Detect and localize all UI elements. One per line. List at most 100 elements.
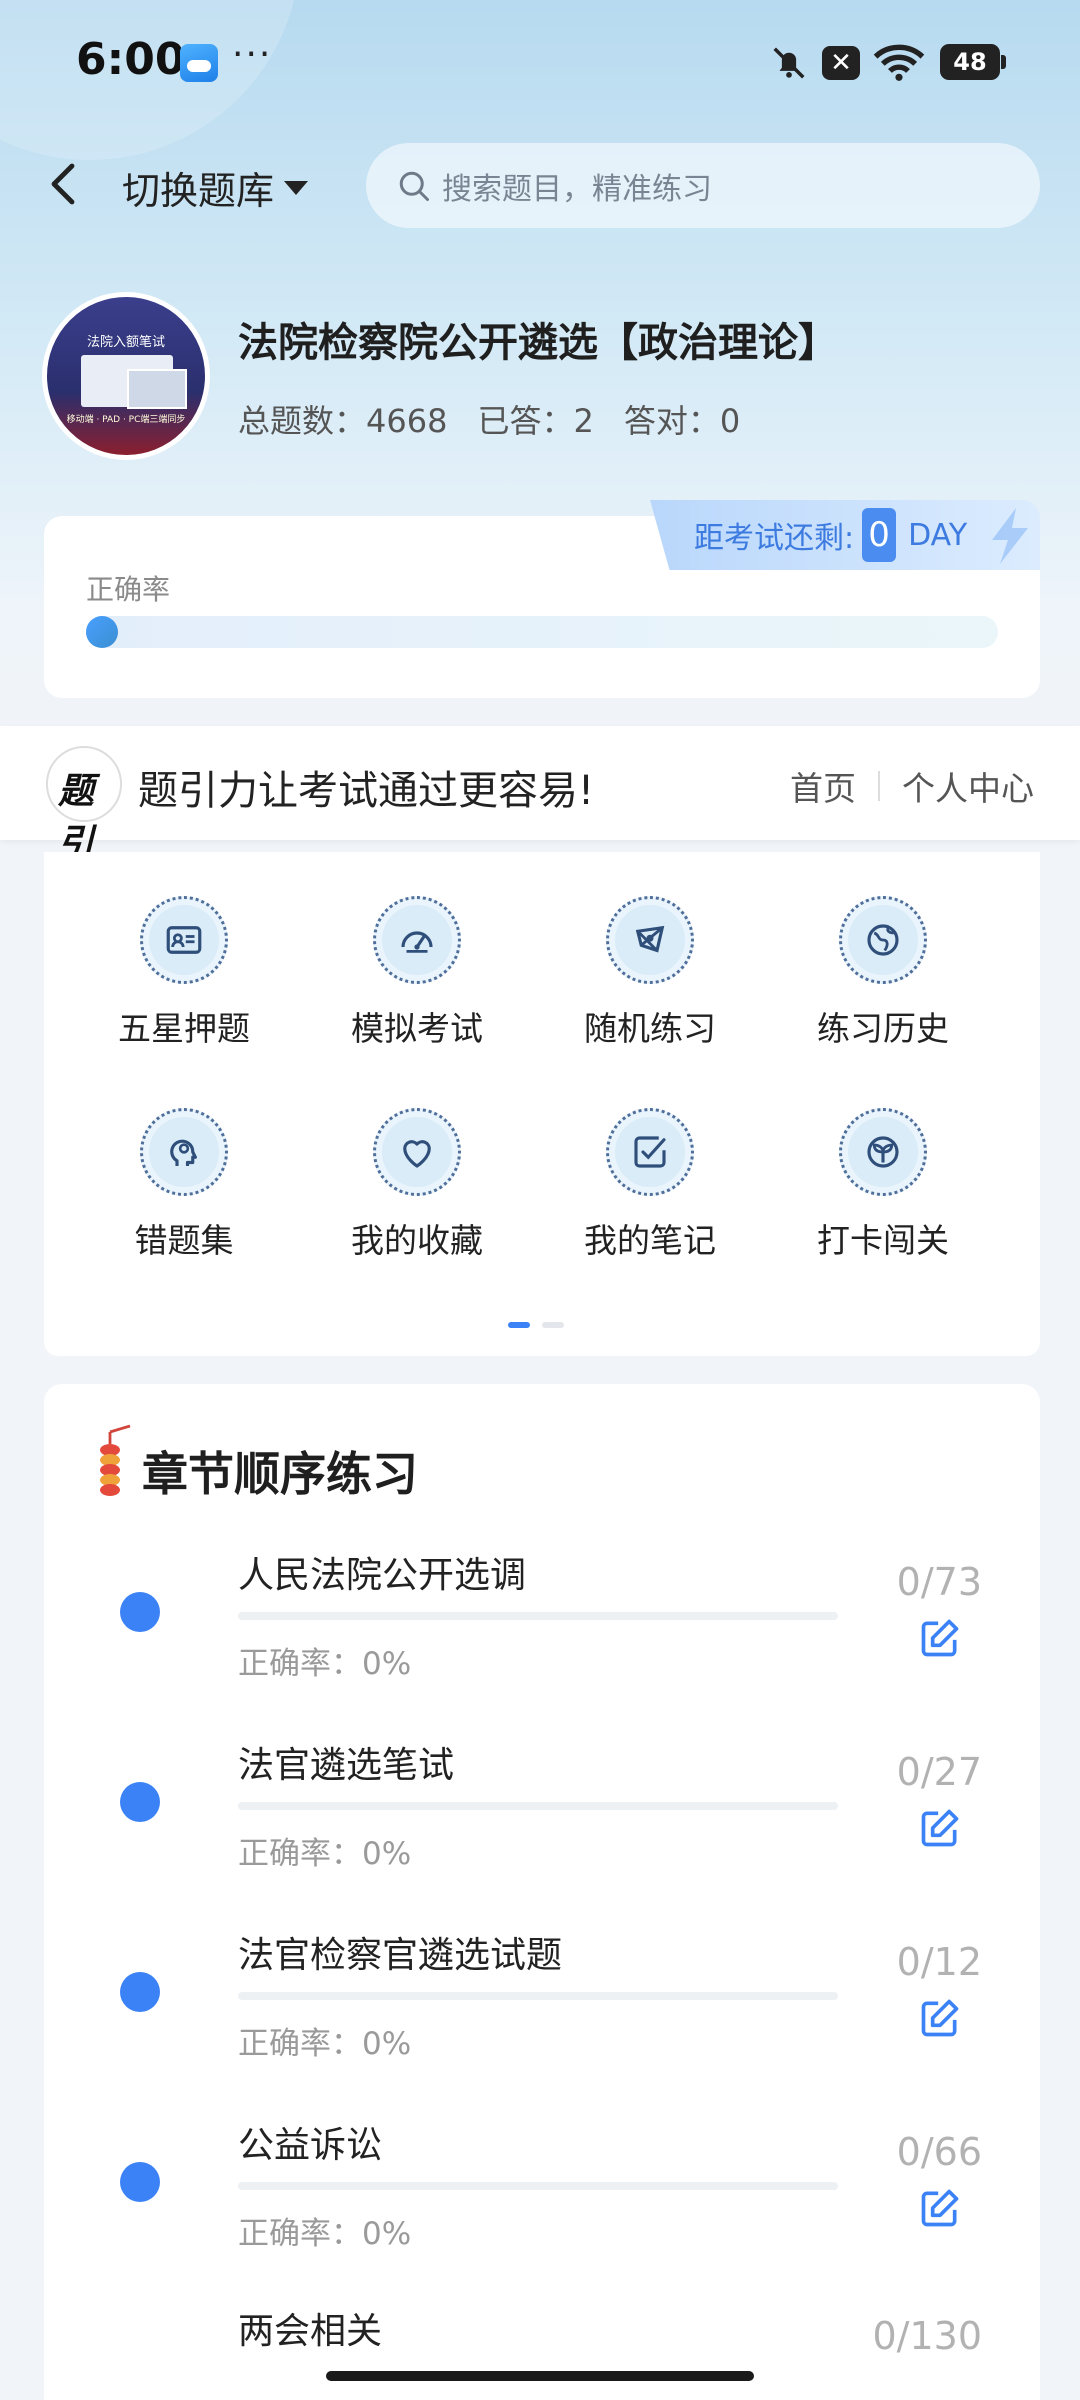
chapter-row[interactable]: 两会相关 0/130 [44, 2290, 1040, 2360]
lightning-icon [992, 508, 1028, 564]
cover-device-illustration [81, 355, 187, 409]
chapter-name: 两会相关 [238, 2311, 383, 2352]
feature-label: 随机练习 [584, 1009, 716, 1048]
accuracy-label: 正确率 [86, 573, 171, 606]
bell-muted-icon [773, 47, 805, 79]
chapter-accuracy: 正确率：0% [238, 1646, 412, 1682]
chapter-bullet [120, 1782, 160, 1822]
network-icon [606, 896, 694, 984]
back-arrow-icon[interactable] [44, 160, 84, 208]
feature-practice-history[interactable]: 练习历史 [773, 896, 993, 1050]
feature-label: 练习历史 [817, 1009, 949, 1048]
edit-icon[interactable] [918, 1996, 962, 2040]
link-divider [878, 771, 880, 801]
chapter-name: 公益诉讼 [238, 2125, 383, 2166]
feature-random-practice[interactable]: 随机练习 [540, 896, 760, 1050]
status-bar: 6:00 ··· ✕ 48 [0, 0, 1080, 120]
wifi-icon [873, 44, 925, 81]
accuracy-progress-thumb [86, 616, 118, 648]
feature-label: 我的收藏 [351, 1221, 483, 1260]
checkbox-icon [606, 1108, 694, 1196]
pager-dot[interactable] [542, 1322, 564, 1328]
chapter-progress-bar [238, 2182, 838, 2190]
chapter-accuracy: 正确率：0% [238, 2216, 412, 2252]
question-bank-stats: 总题数：4668 已答：2 答对：0 [238, 396, 740, 442]
feature-label: 错题集 [134, 1221, 234, 1260]
cover-footer: 移动端 · PAD · PC端三端同步 [66, 415, 186, 425]
total-questions: 总题数：4668 [238, 402, 448, 440]
brand-logo-text: 题引 [58, 771, 95, 864]
chapter-progress-bar [238, 1992, 838, 2000]
feature-wrong-questions[interactable]: 错题集 [74, 1108, 294, 1262]
promo-bar: 题引 题引力让考试通过更容易! 首页 个人中心 [0, 726, 1080, 864]
switch-question-bank-label: 切换题库 [122, 169, 275, 213]
answered-count: 已答：2 [477, 402, 594, 440]
chapter-count: 0/130 [872, 2314, 982, 2358]
feature-mock-exam[interactable]: 模拟考试 [307, 896, 527, 1050]
speedometer-icon [373, 896, 461, 984]
status-time: 6:00 [76, 34, 186, 85]
home-indicator[interactable] [326, 2371, 754, 2381]
heart-icon [373, 1108, 461, 1196]
feature-favorites[interactable]: 我的收藏 [307, 1108, 527, 1262]
feature-label: 模拟考试 [351, 1009, 483, 1048]
chapter-accuracy: 正确率：0% [238, 1836, 412, 1872]
countdown-unit: DAY [908, 517, 968, 553]
feature-label: 五星押题 [118, 1009, 250, 1048]
exam-countdown: 距考试还剩: 0 DAY [650, 500, 1040, 570]
feature-notes[interactable]: 我的笔记 [540, 1108, 760, 1262]
weather-icon [180, 44, 218, 82]
edit-icon[interactable] [918, 1616, 962, 1660]
chapter-count: 0/73 [896, 1560, 982, 1604]
chapter-practice-title: 章节顺序练习 [142, 1447, 418, 1501]
countdown-label: 距考试还剩: [694, 521, 855, 556]
chapter-name: 法官检察官遴选试题 [238, 1935, 563, 1976]
search-input[interactable]: 搜索题目，精准练习 [366, 143, 1040, 228]
feature-label: 我的笔记 [584, 1221, 716, 1260]
question-bank-cover: 法院入额笔试 移动端 · PAD · PC端三端同步 [42, 292, 210, 460]
chapter-name: 人民法院公开选调 [238, 1555, 527, 1596]
pager-dot-active[interactable] [508, 1322, 530, 1328]
sprout-icon [839, 1108, 927, 1196]
accuracy-progress-bar [86, 616, 998, 648]
chapter-bullet [120, 1592, 160, 1632]
edit-icon[interactable] [918, 1806, 962, 1850]
feature-checkin-challenge[interactable]: 打卡闯关 [773, 1108, 993, 1262]
chapter-bullet [120, 1972, 160, 2012]
chapter-row[interactable]: 公益诉讼 正确率：0% 0/66 [44, 2100, 1040, 2290]
close-box-icon: ✕ [822, 46, 860, 80]
chapter-name: 法官遴选笔试 [238, 1745, 455, 1786]
feature-pager [508, 1322, 564, 1328]
chapter-accuracy: 正确率：0% [238, 2026, 412, 2062]
switch-question-bank-button[interactable]: 切换题库 [122, 160, 309, 215]
chapter-bullet [120, 2162, 160, 2202]
feature-grid: 五星押题 模拟考试 随机练习 练习历史 错题集 我的收藏 我的笔记 打卡闯关 [44, 852, 1040, 1356]
chapter-row[interactable]: 人民法院公开选调 正确率：0% 0/73 [44, 1530, 1040, 1720]
globe-icon [839, 896, 927, 984]
chapter-progress-bar [238, 1802, 838, 1810]
brand-logo: 题引 [46, 746, 122, 864]
cover-title: 法院入额笔试 [86, 335, 165, 350]
home-link[interactable]: 首页 [790, 762, 856, 810]
correct-count: 答对：0 [623, 402, 741, 440]
chapter-row[interactable]: 法官检察官遴选试题 正确率：0% 0/12 [44, 1910, 1040, 2100]
feature-five-star[interactable]: 五星押题 [74, 896, 294, 1050]
chapter-count: 0/12 [896, 1940, 982, 1984]
promo-slogan: 题引力让考试通过更容易! [138, 768, 595, 814]
chapter-count: 0/27 [896, 1750, 982, 1794]
battery-icon: 48 [940, 44, 1006, 80]
profile-link[interactable]: 个人中心 [902, 762, 1034, 810]
promo-links: 首页 个人中心 [790, 762, 1034, 810]
chapter-count: 0/66 [896, 2130, 982, 2174]
chapter-progress-bar [238, 1612, 838, 1620]
firecracker-icon [100, 1424, 131, 1496]
id-card-icon [140, 896, 228, 984]
countdown-value: 0 [862, 508, 897, 562]
feature-label: 打卡闯关 [817, 1221, 949, 1260]
chapter-row[interactable]: 法官遴选笔试 正确率：0% 0/27 [44, 1720, 1040, 1910]
caret-down-icon [284, 180, 309, 195]
question-bank-title: 法院检察院公开遴选【政治理论】 [238, 320, 838, 366]
search-placeholder: 搜索题目，精准练习 [442, 171, 712, 207]
head-icon [140, 1108, 228, 1196]
edit-icon[interactable] [918, 2186, 962, 2230]
